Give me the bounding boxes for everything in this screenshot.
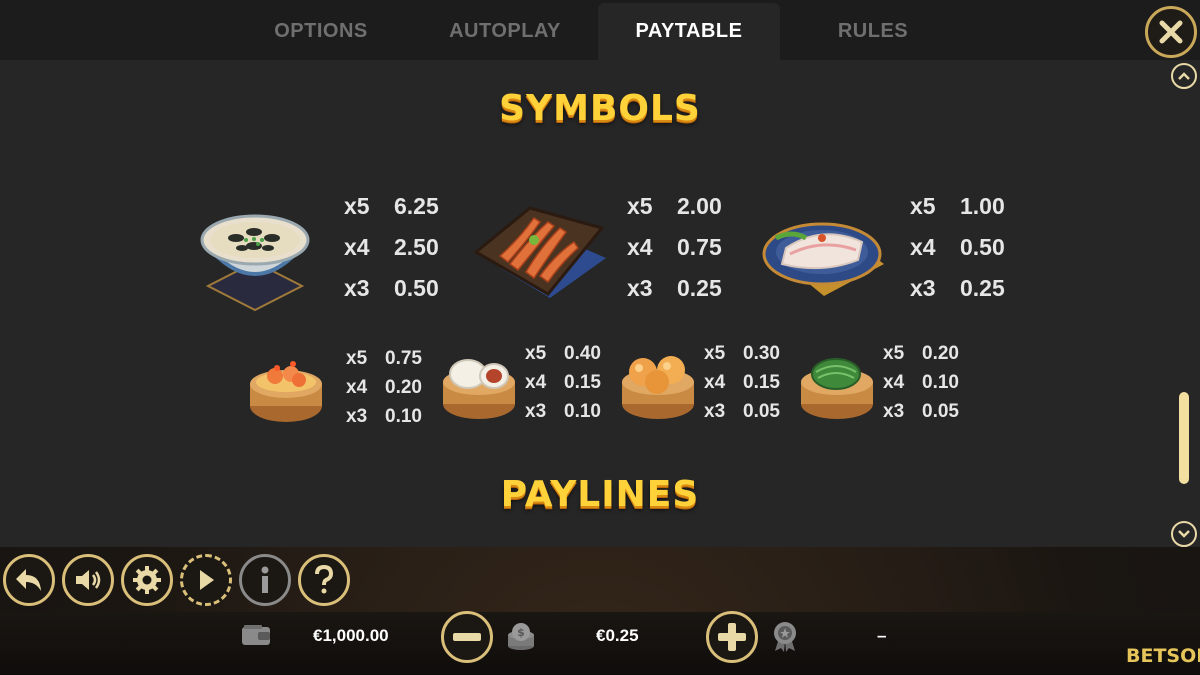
- paylines-title: PAYLINES: [500, 474, 700, 515]
- pay-row: x4 0.15: [704, 372, 780, 393]
- balance-value: €1,000.00: [313, 626, 389, 645]
- tab-bar: OPTIONS AUTOPLAY PAYTABLE RULES: [0, 0, 1200, 60]
- back-arrow-icon: [16, 569, 41, 591]
- custard-bun-basket-icon: [619, 348, 697, 427]
- win-value: –: [877, 626, 887, 645]
- pay-row: x5 6.25: [344, 193, 439, 219]
- help-icon: [315, 565, 334, 594]
- close-button[interactable]: [1145, 6, 1197, 58]
- scroll-up-button[interactable]: [1171, 63, 1197, 89]
- back-button[interactable]: [3, 554, 55, 606]
- award-ribbon-icon: [770, 620, 800, 657]
- pay-row: x3 0.25: [627, 275, 722, 301]
- minus-icon: [453, 633, 481, 641]
- pay-row: x3 0.05: [704, 401, 780, 422]
- tab-paytable[interactable]: PAYTABLE: [598, 3, 780, 60]
- scroll-down-button[interactable]: [1171, 521, 1197, 547]
- pay-row: x5 0.40: [525, 343, 601, 364]
- congee-bowl-icon: [196, 202, 314, 319]
- autoplay-icon: [200, 570, 214, 590]
- wallet-icon: [241, 624, 271, 651]
- info-icon: [261, 566, 269, 593]
- pay-row: x4 0.15: [525, 372, 601, 393]
- autoplay-button[interactable]: [180, 554, 232, 606]
- settings-button[interactable]: [121, 554, 173, 606]
- pay-row: x5 1.00: [910, 193, 1005, 219]
- pay-row: x4 0.20: [346, 377, 422, 398]
- decrease-bet-button[interactable]: [441, 611, 493, 663]
- pay-row: x4 0.10: [883, 372, 959, 393]
- symbols-title: SYMBOLS: [499, 88, 701, 129]
- pay-row: x4 2.50: [344, 234, 439, 260]
- close-icon: [1159, 20, 1183, 44]
- scrollbar-thumb[interactable]: [1179, 392, 1189, 484]
- pay-row: x4 0.50: [910, 234, 1005, 260]
- pay-row: x5 0.20: [883, 343, 959, 364]
- chicken-feet-icon: [470, 198, 608, 307]
- pay-row: x5 0.30: [704, 343, 780, 364]
- pay-row: x3 0.10: [525, 401, 601, 422]
- betsoft-logo: BETSOFT: [1126, 645, 1200, 667]
- sound-button[interactable]: [62, 554, 114, 606]
- bbq-pork-bun-basket-icon: [440, 350, 518, 427]
- tab-rules[interactable]: RULES: [782, 3, 964, 60]
- pay-row: x3 0.25: [910, 275, 1005, 301]
- pay-row: x3 0.50: [344, 275, 439, 301]
- bet-value: €0.25: [596, 626, 639, 645]
- chevron-down-icon: [1178, 530, 1190, 538]
- info-button[interactable]: [239, 554, 291, 606]
- pay-row: x3 0.05: [883, 401, 959, 422]
- pay-row: x5 0.75: [346, 348, 422, 369]
- help-button[interactable]: [298, 554, 350, 606]
- svg-text:$: $: [517, 626, 525, 639]
- pay-row: x5 2.00: [627, 193, 722, 219]
- sound-icon: [76, 570, 101, 590]
- settings-gear-icon: [133, 566, 161, 594]
- rice-noodle-roll-icon: [762, 208, 886, 303]
- pay-row: x3 0.10: [346, 406, 422, 427]
- coins-icon: $: [506, 621, 536, 656]
- tab-options[interactable]: OPTIONS: [230, 3, 412, 60]
- pay-row: x4 0.75: [627, 234, 722, 260]
- lotus-leaf-rice-basket-icon: [798, 350, 876, 427]
- increase-bet-button[interactable]: [706, 611, 758, 663]
- paytable-screen: OPTIONS AUTOPLAY PAYTABLE RULES SYMBOLS: [0, 0, 1200, 675]
- tab-autoplay[interactable]: AUTOPLAY: [414, 3, 596, 60]
- plus-icon: [718, 623, 746, 651]
- chevron-up-icon: [1178, 72, 1190, 80]
- shrimp-dumpling-basket-icon: [247, 348, 325, 431]
